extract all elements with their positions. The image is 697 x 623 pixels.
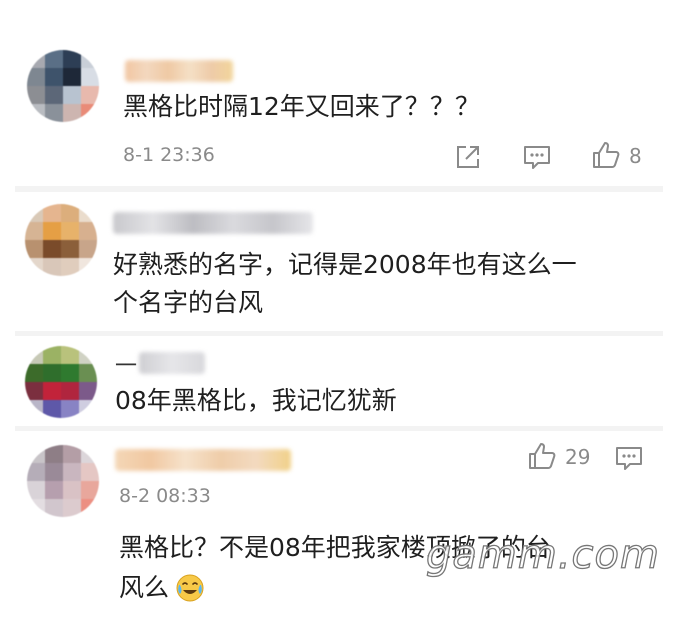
username[interactable] <box>125 60 233 82</box>
avatar[interactable] <box>25 346 97 418</box>
share-icon[interactable] <box>455 144 481 170</box>
comment-card: 好熟悉的名字，记得是2008年也有这么一 个名字的台风 <box>15 192 663 331</box>
username[interactable] <box>139 352 205 374</box>
avatar[interactable] <box>25 204 97 276</box>
comment-text: 08年黑格比，我记忆犹新 <box>115 386 397 415</box>
avatar[interactable] <box>27 445 99 517</box>
comment-text-line: 好熟悉的名字，记得是2008年也有这么一 <box>113 250 577 279</box>
like-count: 29 <box>565 445 591 469</box>
avatar[interactable] <box>27 50 99 122</box>
like-icon[interactable] <box>591 140 621 170</box>
comment-date: 8-2 08:33 <box>119 485 211 507</box>
comment-card: 黑格比时隔12年又回来了？？？ 8-1 23:36 8 <box>15 40 663 186</box>
comment-date: 8-1 23:36 <box>123 144 215 166</box>
username-visible[interactable]: 一 <box>115 348 137 380</box>
username[interactable] <box>113 212 313 234</box>
comment-card: 29 8-2 08:33 黑格比？不是08年把我家楼顶掀了的台 风么 <box>15 431 663 623</box>
like-count: 8 <box>629 144 642 168</box>
crying-laughing-emoji <box>176 574 204 602</box>
comment-card: 一 08年黑格比，我记忆犹新 <box>15 336 663 426</box>
like-icon[interactable] <box>527 441 557 471</box>
comment-text-line: 风么 <box>119 573 170 602</box>
comment-icon[interactable] <box>523 144 551 170</box>
comment-text-line: 个名字的台风 <box>113 288 264 317</box>
comment-icon[interactable] <box>615 445 643 471</box>
username[interactable] <box>115 449 291 471</box>
comment-text: 黑格比时隔12年又回来了？？？ <box>123 92 480 121</box>
watermark: gamm.com <box>425 531 660 578</box>
